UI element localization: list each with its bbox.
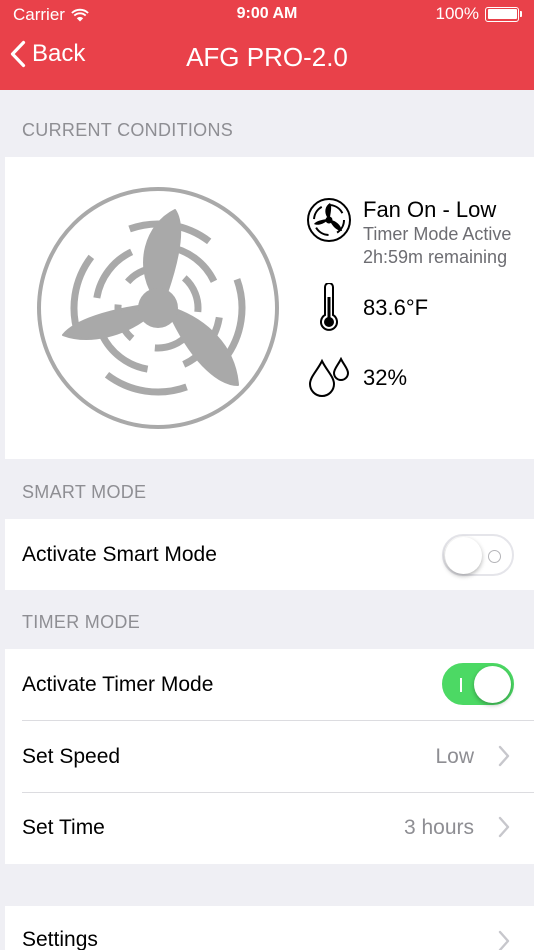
battery-indicator: 100% <box>436 4 522 24</box>
section-header-current-conditions: CURRENT CONDITIONS <box>22 120 234 140</box>
battery-percent: 100% <box>435 4 479 23</box>
set-speed-value: Low <box>435 745 474 768</box>
settings-label: Settings <box>22 928 98 950</box>
status-bar: Carrier 9:00 AM 100% <box>0 0 534 28</box>
section-header-smart-mode: SMART MODE <box>22 482 147 502</box>
timer-mode-row: Activate Timer Mode <box>5 649 534 720</box>
set-time-value: 3 hours <box>403 816 474 839</box>
thermometer-icon <box>320 283 338 331</box>
settings-card: Settings <box>5 906 534 950</box>
set-speed-label: Set Speed <box>22 745 121 768</box>
nav-bar: Carrier 9:00 AM 100% Back AFG PRO-2.0 <box>0 0 534 90</box>
humidity-value: 32% <box>363 365 408 390</box>
set-speed-row[interactable]: Set Speed Low <box>5 721 534 793</box>
smart-mode-label: Activate Smart Mode <box>22 542 217 566</box>
temperature-value: 83.6°F <box>363 295 429 320</box>
chevron-right-icon <box>498 930 510 950</box>
fan-large-icon <box>37 187 279 429</box>
set-time-row[interactable]: Set Time 3 hours <box>5 792 534 864</box>
fan-status-text: Fan On - Low <box>363 197 497 222</box>
back-button[interactable]: Back <box>10 40 85 68</box>
fan-status-row: Fan On - Low Timer Mode Active 2h:59m re… <box>305 197 511 269</box>
chevron-right-icon <box>498 745 510 767</box>
timer-mode-card: Activate Timer Mode Set Speed Low Set Ti… <box>5 649 534 864</box>
page-title: AFG PRO-2.0 <box>186 42 348 72</box>
settings-row[interactable]: Settings <box>5 906 534 950</box>
set-time-label: Set Time <box>22 816 105 839</box>
smart-mode-row: Activate Smart Mode <box>5 519 534 590</box>
temperature-row: 83.6°F <box>305 283 428 333</box>
section-header-timer-mode: TIMER MODE <box>22 612 140 632</box>
back-label: Back <box>32 40 86 67</box>
smart-mode-toggle[interactable] <box>442 534 514 576</box>
current-conditions-card: Fan On - Low Timer Mode Active 2h:59m re… <box>5 157 534 459</box>
timer-mode-label: Activate Timer Mode <box>22 672 214 696</box>
timer-mode-toggle[interactable] <box>442 663 514 705</box>
fan-icon <box>307 198 351 242</box>
chevron-left-icon <box>10 40 26 68</box>
smart-mode-card: Activate Smart Mode <box>5 519 534 590</box>
timer-status-text: Timer Mode Active <box>363 224 512 244</box>
timer-remaining-text: 2h:59m remaining <box>363 247 508 267</box>
chevron-right-icon <box>498 816 510 838</box>
humidity-icon <box>308 357 350 397</box>
humidity-row: 32% <box>305 357 407 397</box>
battery-icon <box>485 6 519 22</box>
